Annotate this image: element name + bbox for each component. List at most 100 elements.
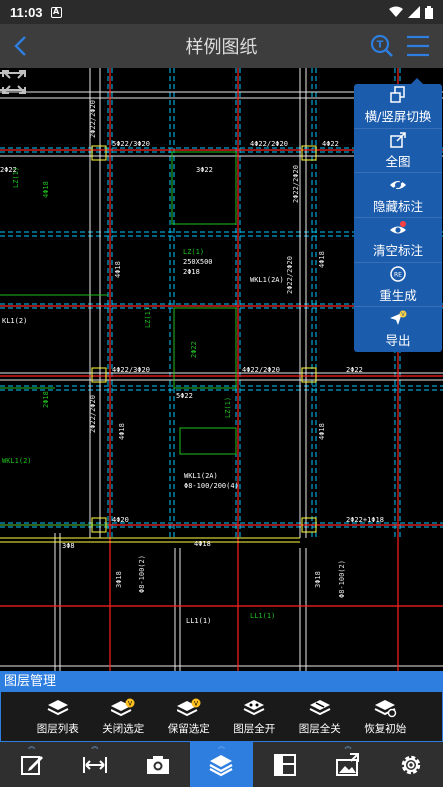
- layer-list-button[interactable]: 图层列表: [30, 698, 86, 736]
- beam-label: 4Φ22/3Φ20: [112, 366, 150, 374]
- svg-text:Φ8-100(2): Φ8-100(2): [338, 560, 346, 598]
- dimension-lines-icon: [0, 72, 24, 91]
- layers-all-off-icon: [309, 699, 331, 715]
- svg-text:4Φ18: 4Φ18: [114, 261, 122, 278]
- popup-item-clear-annotations[interactable]: 清空标注: [354, 218, 442, 263]
- menu-icon[interactable]: [405, 33, 431, 59]
- tool-measure[interactable]: ︽: [63, 742, 126, 787]
- svg-text:4Φ18: 4Φ18: [318, 251, 326, 268]
- layer-button-label: 图层全开: [233, 722, 276, 735]
- tool-layers[interactable]: ︽: [189, 742, 254, 787]
- beam-label: 3Φ22: [196, 166, 213, 174]
- popup-item-rotate[interactable]: 横/竖屏切换: [354, 84, 442, 129]
- svg-text:2Φ22: 2Φ22: [190, 341, 198, 358]
- layer-reset-button[interactable]: 恢复初始: [357, 698, 413, 736]
- layout-icon: [273, 753, 296, 776]
- column-label: Φ8-100/200(4): [184, 482, 239, 490]
- svg-text:RE: RE: [394, 271, 402, 278]
- measure-icon: [82, 756, 107, 773]
- chevron-up-icon: ︽: [91, 742, 99, 750]
- status-bar: 11:03 A: [0, 0, 443, 24]
- layer-button-label: 图层全关: [298, 722, 341, 735]
- notification-icon: A: [50, 6, 62, 18]
- layer-button-label: 关闭选定: [102, 722, 145, 735]
- svg-text:LZ(1): LZ(1): [144, 307, 152, 328]
- layers-all-on-icon: [243, 699, 265, 715]
- popup-item-label: 全图: [385, 153, 411, 169]
- svg-text:V: V: [401, 312, 405, 318]
- column-label: 250X500: [183, 258, 213, 266]
- layer-button-label: 图层列表: [36, 722, 79, 735]
- chevron-up-icon: ︽: [217, 742, 225, 750]
- back-arrow-icon[interactable]: [8, 32, 36, 60]
- tool-layout[interactable]: [253, 742, 316, 787]
- popup-item-label: 横/竖屏切换: [364, 109, 432, 125]
- layer-all-on-button[interactable]: 图层全开: [226, 698, 282, 736]
- svg-text:LZ(1): LZ(1): [12, 167, 20, 188]
- svg-text:Φ8-100(2): Φ8-100(2): [138, 555, 146, 593]
- column-label: WKL1(2): [2, 457, 32, 465]
- column-label: LZ(1): [183, 248, 204, 256]
- svg-text:3Φ18: 3Φ18: [314, 571, 322, 588]
- grid-label: 3Φ8: [62, 542, 75, 550]
- popup-item-label: 导出: [385, 333, 411, 349]
- layer-all-off-button[interactable]: 图层全关: [292, 698, 348, 736]
- settings-icon: [402, 755, 421, 774]
- signal-icon: [408, 6, 420, 18]
- popup-item-label: 重生成: [379, 287, 417, 303]
- beam-label: 4Φ22/2Φ20: [242, 366, 280, 374]
- svg-text:LZ(1): LZ(1): [224, 397, 232, 418]
- layers-keep-selected-icon: V: [176, 698, 201, 716]
- eye-off-icon: [390, 177, 406, 192]
- popup-item-fit-all[interactable]: 全图: [354, 129, 442, 174]
- status-time: 11:03: [10, 4, 43, 20]
- bottom-toolbar: ︽ ︽ ︽ ︽: [0, 742, 443, 787]
- popup-item-regenerate[interactable]: RE 重生成: [354, 263, 442, 308]
- popup-item-label: 隐藏标注: [372, 198, 423, 214]
- layers-reset-icon: [374, 699, 397, 717]
- column-label: WKL1(2A): [250, 276, 284, 284]
- chevron-up-icon: ︽: [28, 742, 36, 750]
- beam-label: 2Φ22: [346, 366, 363, 374]
- layer-panel: 图层列表 V 关闭选定 V 保留选定 图层全开 图层全关 恢复初始: [0, 692, 443, 742]
- column-label: KL1(2): [2, 317, 27, 325]
- layers-close-selected-icon: V: [111, 698, 135, 716]
- beam-label: 4Φ20: [112, 516, 129, 524]
- svg-text:4Φ18: 4Φ18: [118, 423, 126, 440]
- tool-settings[interactable]: [380, 742, 443, 787]
- edit-icon: [20, 755, 43, 775]
- popup-item-hide-annotations[interactable]: 隐藏标注: [354, 173, 442, 218]
- layer-button-label: 保留选定: [167, 722, 210, 735]
- svg-text:4Φ18: 4Φ18: [42, 181, 50, 198]
- beam-label: 2Φ22+1Φ18: [346, 516, 384, 524]
- beam-label: 4Φ22: [322, 140, 339, 148]
- tool-edit[interactable]: ︽: [0, 742, 63, 787]
- layer-close-selected-button[interactable]: V 关闭选定: [95, 698, 151, 736]
- tool-image-export[interactable]: ︽: [316, 742, 379, 787]
- layers-list-icon: [47, 699, 69, 715]
- layers-icon: [209, 754, 234, 776]
- svg-text:3Φ18: 3Φ18: [115, 571, 123, 588]
- eye-clear-icon: [390, 221, 406, 234]
- camera-icon: [147, 755, 170, 774]
- title-bar: 样例图纸 T: [0, 24, 443, 68]
- popup-item-label: 清空标注: [372, 243, 423, 259]
- popup-item-export[interactable]: V 导出: [354, 307, 442, 352]
- svg-text:2Φ22/2Φ20: 2Φ22/2Φ20: [286, 256, 294, 294]
- beam-label: 4Φ22/2Φ20: [250, 140, 288, 148]
- column-label: WKL1(2A): [184, 472, 218, 480]
- export-icon: V: [390, 310, 407, 326]
- chevron-up-icon: ︽: [344, 742, 352, 750]
- svg-text:2Φ22/2Φ20: 2Φ22/2Φ20: [89, 100, 97, 138]
- column-label: LL1(1): [250, 612, 275, 620]
- tool-camera[interactable]: [127, 742, 190, 787]
- layer-button-label: 恢复初始: [364, 722, 407, 735]
- layer-keep-selected-button[interactable]: V 保留选定: [161, 698, 217, 736]
- column-label: LL1(1): [186, 617, 211, 625]
- svg-text:2Φ18: 2Φ18: [42, 391, 50, 408]
- svg-text:4Φ18: 4Φ18: [318, 423, 326, 440]
- regenerate-icon: RE: [390, 266, 406, 282]
- fit-all-icon: [390, 132, 406, 148]
- beam-label: 5Φ22: [176, 392, 193, 400]
- search-text-icon[interactable]: T: [369, 33, 395, 59]
